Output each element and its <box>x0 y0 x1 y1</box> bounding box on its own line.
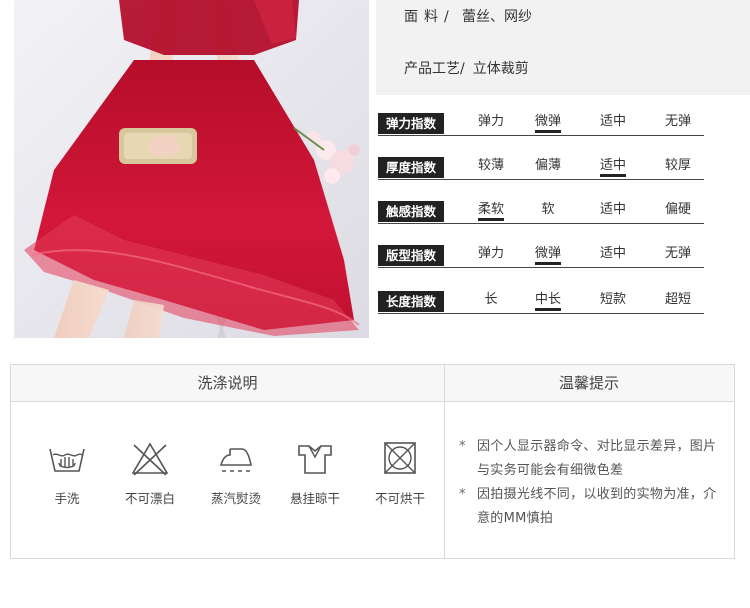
index-option: 微弹 <box>520 242 576 265</box>
index-option: 偏薄 <box>534 158 561 173</box>
index-option: 中长 <box>520 288 576 311</box>
index-option: 微弹 <box>520 110 576 133</box>
index-option: 偏硬 <box>664 202 691 217</box>
index-option: 适中 <box>599 114 626 129</box>
index-option: 无弹 <box>664 246 691 261</box>
material-label: 面料/ <box>404 9 455 25</box>
index-row-length: 长度指数 长 中长 短款 超短 <box>376 288 704 314</box>
index-tag: 触感指数 <box>378 201 444 222</box>
wash-label: 不可漂白 <box>124 491 175 506</box>
material-value: 蕾丝、网纱 <box>462 9 532 25</box>
no-tumble-dry-icon <box>384 442 416 474</box>
wash-label: 手洗 <box>54 491 80 506</box>
index-baseline <box>378 267 704 268</box>
care-table: 洗涤说明 温馨提示 手洗 不可漂白 蒸汽熨烫 悬挂晾干 不可烘干 * 因个人显示… <box>10 364 735 559</box>
index-baseline <box>378 135 704 136</box>
index-option: 弹力 <box>477 246 504 261</box>
notice-text: 因个人显示器命令、对比显示差异，图片与实务可能会有细微色差 <box>477 439 717 478</box>
hand-wash-icon <box>49 448 85 472</box>
index-option: 无弹 <box>664 114 691 129</box>
index-option: 适中 <box>599 202 626 217</box>
notice-item: * 因拍摄光线不同，以收到的实物为准，介意的MM慎拍 <box>459 483 729 531</box>
wash-item: 蒸汽熨烫 <box>194 441 278 507</box>
wash-item: 不可漂白 <box>108 441 192 507</box>
craft-line: 产品工艺/立体裁剪 <box>404 58 529 78</box>
index-row-touch: 触感指数 柔软 软 适中 偏硬 <box>376 198 704 224</box>
index-baseline <box>378 313 704 314</box>
index-row-fit: 版型指数 弹力 微弹 适中 无弹 <box>376 242 704 268</box>
index-option: 较厚 <box>664 158 691 173</box>
index-tag: 长度指数 <box>378 291 444 312</box>
notice-text: 因拍摄光线不同，以收到的实物为准，介意的MM慎拍 <box>477 487 717 526</box>
craft-label: 产品工艺/ <box>404 61 465 77</box>
product-photo <box>14 0 369 338</box>
steam-iron-icon <box>219 448 252 472</box>
wash-label: 不可烘干 <box>374 491 425 506</box>
hang-dry-icon <box>298 445 332 474</box>
wash-item: 悬挂晾干 <box>273 441 357 507</box>
no-bleach-icon <box>131 442 169 476</box>
index-option: 较薄 <box>477 158 504 173</box>
notice-item: * 因个人显示器命令、对比显示差异，图片与实务可能会有细微色差 <box>459 435 729 483</box>
wash-label: 悬挂晾干 <box>289 491 340 506</box>
index-option: 超短 <box>664 292 691 307</box>
material-line: 面料/蕾丝、网纱 <box>404 6 532 26</box>
index-tag: 版型指数 <box>378 245 444 266</box>
index-option: 弹力 <box>477 114 504 129</box>
bullet-star: * <box>459 439 466 454</box>
index-row-elasticity: 弹力指数 弹力 微弹 适中 无弹 <box>376 110 704 136</box>
column-divider <box>444 365 445 558</box>
bullet-star: * <box>459 487 466 502</box>
index-tag: 厚度指数 <box>378 157 444 178</box>
index-option: 长 <box>484 292 498 307</box>
notice-title: 温馨提示 <box>558 374 619 392</box>
index-option: 短款 <box>599 292 626 307</box>
index-option: 柔软 <box>463 198 519 221</box>
wash-label: 蒸汽熨烫 <box>210 491 261 506</box>
wash-item: 不可烘干 <box>358 441 442 507</box>
index-tag: 弹力指数 <box>378 113 444 134</box>
spec-panel: 面料/蕾丝、网纱 产品工艺/立体裁剪 <box>376 0 750 95</box>
index-option: 适中 <box>599 246 626 261</box>
index-option: 适中 <box>585 154 641 177</box>
wash-title: 洗涤说明 <box>197 374 258 392</box>
craft-value: 立体裁剪 <box>472 61 529 77</box>
care-header: 洗涤说明 温馨提示 <box>11 365 734 402</box>
wash-item: 手洗 <box>25 441 109 507</box>
index-baseline <box>378 223 704 224</box>
index-baseline <box>378 179 704 180</box>
index-option: 软 <box>541 202 555 217</box>
index-row-thickness: 厚度指数 较薄 偏薄 适中 较厚 <box>376 154 704 180</box>
